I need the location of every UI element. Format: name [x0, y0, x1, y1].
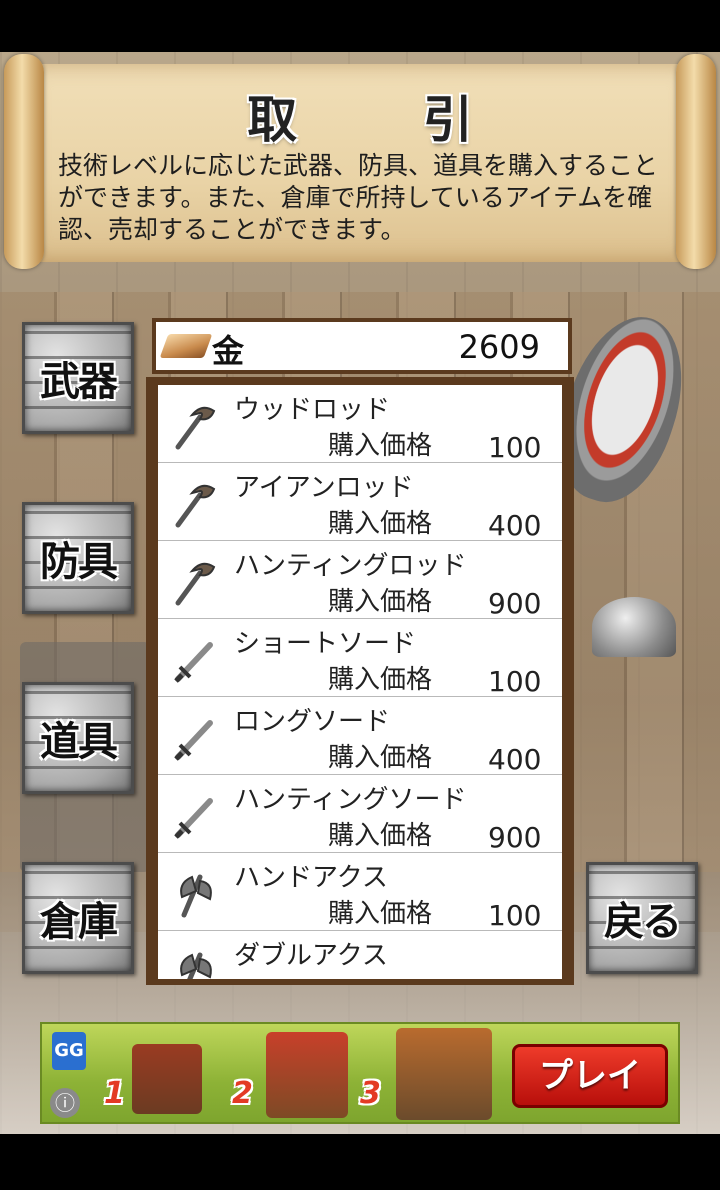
info-icon[interactable]: ⓘ: [50, 1088, 80, 1118]
item-price: 400: [488, 509, 542, 542]
sword-icon: [174, 642, 213, 683]
price-label: 購入価格: [328, 431, 433, 461]
item-name: ハンティングロッド: [234, 551, 467, 581]
list-item[interactable]: ハンティングソード 購入価格 900: [158, 775, 562, 854]
list-item[interactable]: アイアンロッド 購入価格 400: [158, 463, 562, 542]
weapons-button[interactable]: 武器: [22, 322, 134, 434]
rod-icon: [175, 406, 216, 450]
page-title: 取 引: [247, 91, 527, 149]
money-panel: 金 2609: [156, 322, 568, 370]
warehouse-button-label: 倉庫: [40, 899, 118, 945]
price-label: 購入価格: [328, 665, 433, 695]
item-name: ハンティングソード: [234, 785, 467, 815]
tools-button[interactable]: 道具: [22, 682, 134, 794]
price-label: 購入価格: [328, 587, 433, 617]
price-label: 購入価格: [328, 509, 433, 539]
ad-number: 1: [104, 1076, 125, 1111]
rod-icon: [175, 484, 216, 528]
info-scroll: 取 引 技術レベルに応じた武器、防具、道具を購入することができます。また、倉庫で…: [0, 54, 720, 269]
axe-icon: [180, 874, 212, 918]
back-button[interactable]: 戻る: [586, 862, 698, 974]
item-name: ロングソード: [234, 707, 391, 737]
rod-icon: [175, 562, 216, 606]
list-item[interactable]: ロングソード 購入価格 400: [158, 697, 562, 776]
back-button-label: 戻る: [604, 899, 682, 945]
money-bar: 金 2609: [152, 318, 572, 374]
list-item[interactable]: ダブルアクス: [158, 931, 562, 979]
item-name: ショートソード: [234, 629, 417, 659]
helmet-decoration: [592, 597, 676, 657]
item-price: 100: [488, 665, 542, 698]
axe-icon: [180, 952, 212, 979]
house-1-image: [132, 1044, 202, 1114]
page-description: 技術レベルに応じた武器、防具、道具を購入することができます。また、倉庫で所持して…: [58, 151, 659, 244]
ad-number: 3: [360, 1076, 381, 1111]
armor-button-label: 防具: [40, 539, 118, 585]
ad-banner[interactable]: GG ⓘ 1 2 3 プレイ: [40, 1022, 680, 1124]
item-price: 100: [488, 431, 542, 464]
weapons-button-label: 武器: [40, 359, 118, 405]
item-price: 900: [488, 587, 542, 620]
tools-button-label: 道具: [40, 719, 118, 765]
game-screen: 取 引 技術レベルに応じた武器、防具、道具を購入することができます。また、倉庫で…: [0, 52, 720, 1134]
sword-icon: [174, 798, 213, 839]
item-price: 900: [488, 821, 542, 854]
ad-number: 2: [232, 1076, 253, 1111]
warehouse-button[interactable]: 倉庫: [22, 862, 134, 974]
item-name: ウッドロッド: [234, 395, 391, 425]
money-label: 金: [212, 332, 245, 370]
item-list-frame: ウッドロッド 購入価格 100 アイアンロッド 購入価格 400 ハンティングロ…: [146, 377, 574, 985]
item-name: ハンドアクス: [234, 863, 388, 893]
item-list[interactable]: ウッドロッド 購入価格 100 アイアンロッド 購入価格 400 ハンティングロ…: [158, 385, 562, 979]
price-label: 購入価格: [328, 821, 433, 851]
play-button[interactable]: プレイ: [512, 1044, 668, 1108]
gold-ingot-icon: [159, 334, 213, 358]
item-price: 100: [488, 899, 542, 932]
house-3-image: [396, 1028, 492, 1120]
money-amount: 2609: [458, 328, 540, 366]
item-price: 400: [488, 743, 542, 776]
item-name: アイアンロッド: [234, 473, 414, 503]
list-item[interactable]: ウッドロッド 購入価格 100: [158, 385, 562, 464]
price-label: 購入価格: [328, 899, 433, 929]
list-item[interactable]: ショートソード 購入価格 100: [158, 619, 562, 698]
armor-button[interactable]: 防具: [22, 502, 134, 614]
list-item[interactable]: ハンドアクス 購入価格 100: [158, 853, 562, 932]
house-2-image: [266, 1032, 348, 1118]
list-item[interactable]: ハンティングロッド 購入価格 900: [158, 541, 562, 620]
sword-icon: [174, 720, 213, 761]
price-label: 購入価格: [328, 743, 433, 773]
item-name: ダブルアクス: [234, 941, 388, 971]
ad-logo: GG: [52, 1032, 86, 1070]
